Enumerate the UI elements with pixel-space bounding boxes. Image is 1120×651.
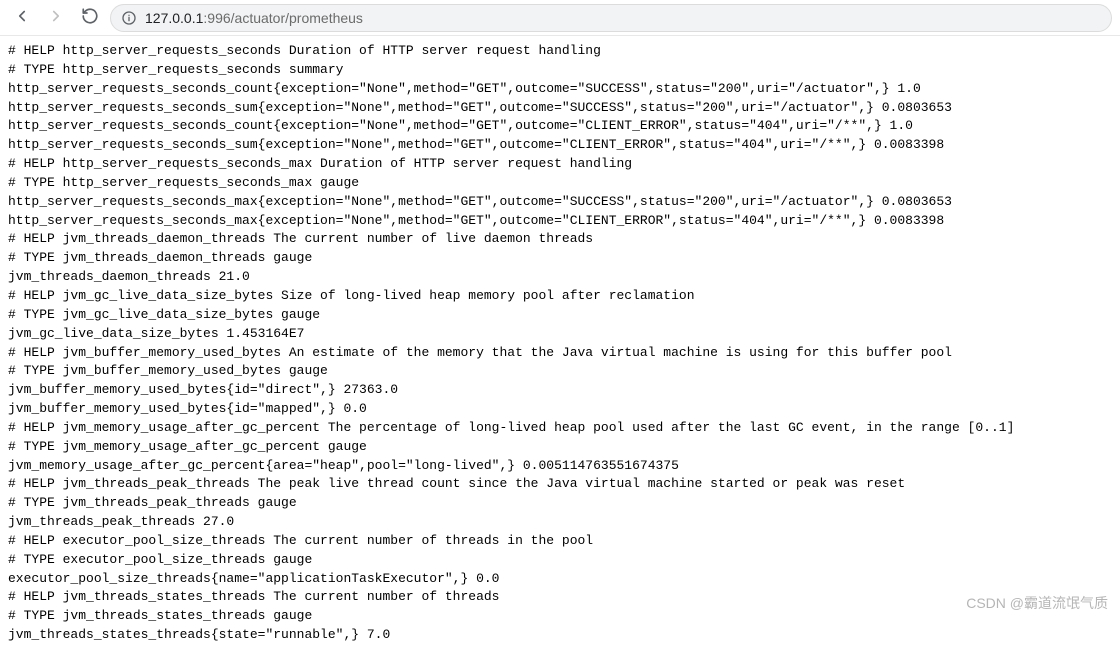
forward-button[interactable] (42, 4, 70, 32)
back-button[interactable] (8, 4, 36, 32)
url-text: 127.0.0.1:996/actuator/prometheus (145, 10, 363, 26)
url-port: :996 (203, 10, 230, 26)
url-path: /actuator/prometheus (231, 10, 363, 26)
arrow-left-icon (13, 7, 31, 28)
browser-toolbar: 127.0.0.1:996/actuator/prometheus (0, 0, 1120, 36)
address-bar[interactable]: 127.0.0.1:996/actuator/prometheus (110, 4, 1112, 32)
reload-icon (81, 7, 99, 28)
info-icon[interactable] (121, 10, 137, 26)
arrow-right-icon (47, 7, 65, 28)
url-host: 127.0.0.1 (145, 10, 203, 26)
metrics-output: # HELP http_server_requests_seconds Dura… (0, 36, 1120, 651)
reload-button[interactable] (76, 4, 104, 32)
